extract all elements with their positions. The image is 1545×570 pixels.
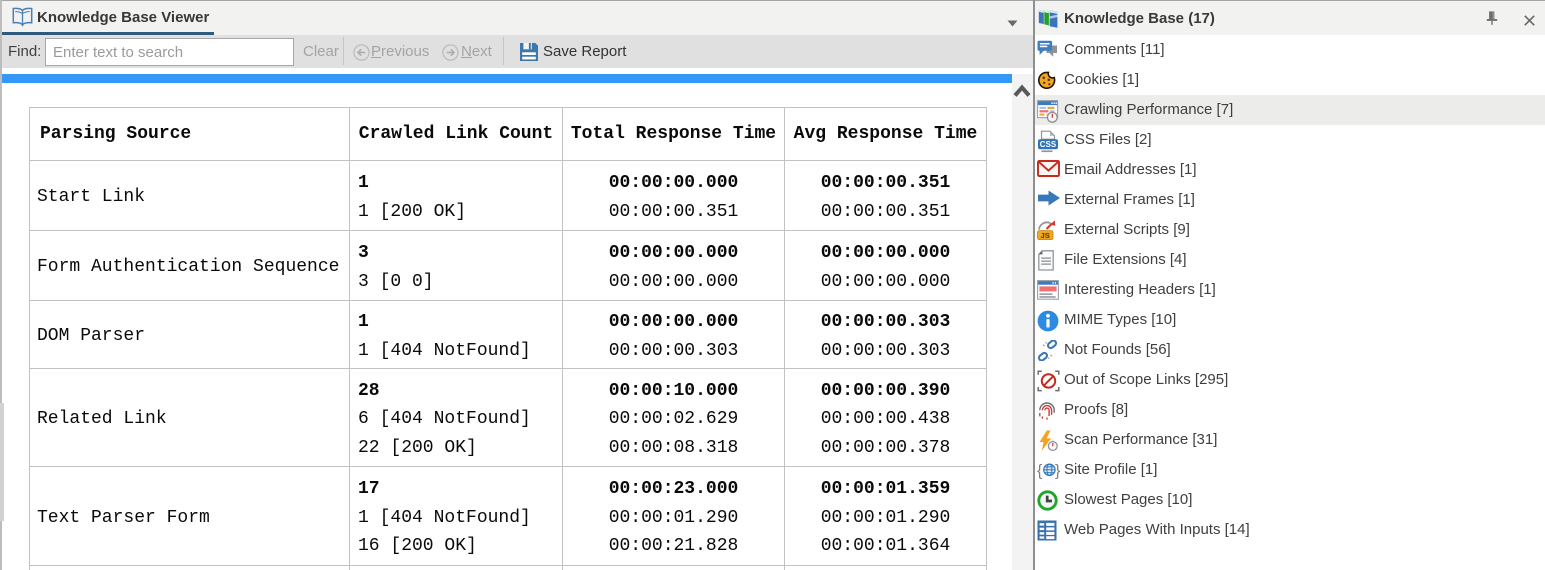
svg-text:{: { bbox=[1037, 462, 1043, 479]
svg-text:CSS: CSS bbox=[1040, 140, 1057, 149]
svg-text:JS: JS bbox=[1041, 231, 1050, 240]
svg-text:}: } bbox=[1055, 462, 1061, 479]
